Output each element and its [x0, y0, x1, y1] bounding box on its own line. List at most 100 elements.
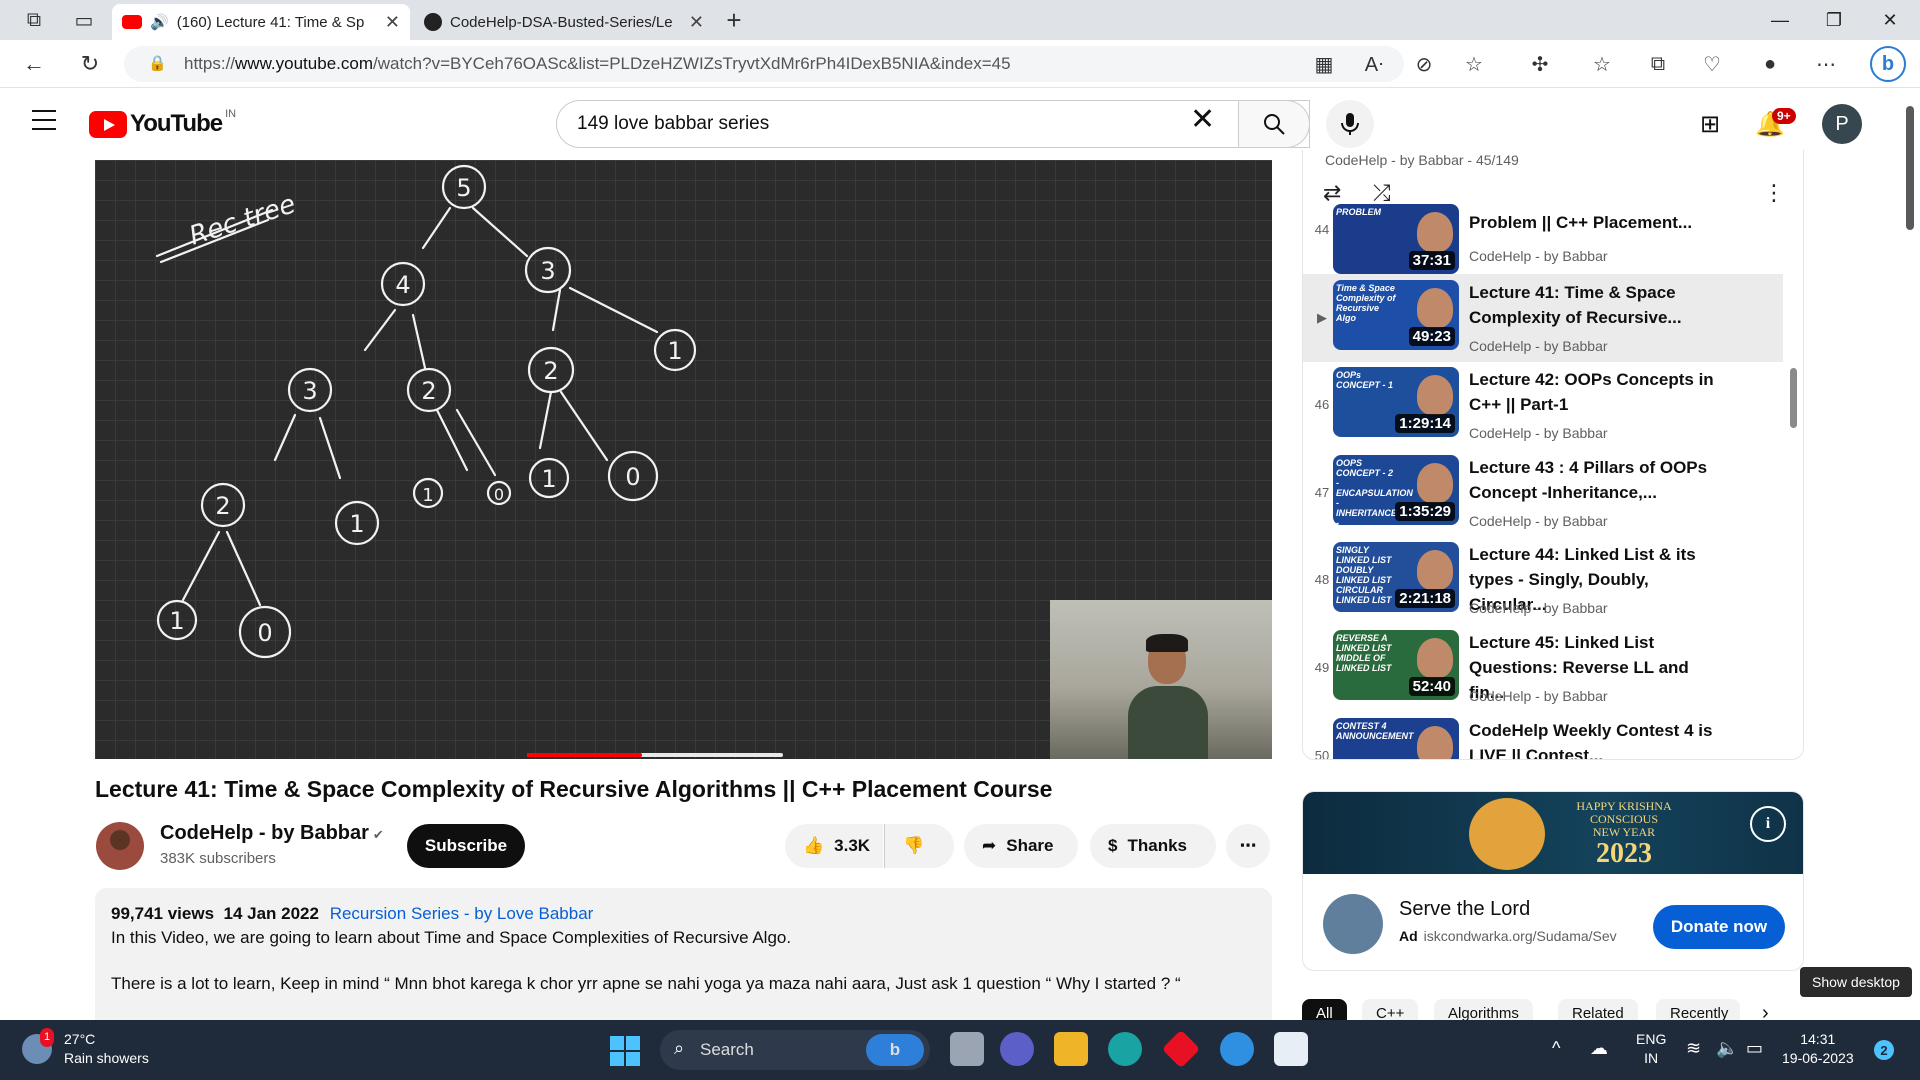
- voice-search-button[interactable]: [1326, 100, 1374, 148]
- tracking-prevention-icon[interactable]: ⊘: [1410, 50, 1438, 78]
- donate-now-button[interactable]: Donate now: [1653, 905, 1785, 949]
- more-actions-button[interactable]: ⋯: [1226, 824, 1270, 868]
- volume-icon[interactable]: 🔈: [1716, 1038, 1738, 1059]
- microsoft-store-icon[interactable]: [1274, 1032, 1308, 1066]
- playlist-item[interactable]: 48 SINGLY LINKED LIST DOUBLY LINKED LIST …: [1303, 536, 1783, 624]
- description-meta: 99,741 views 14 Jan 2022 Recursion Serie…: [111, 904, 1256, 924]
- playlist-item[interactable]: 47 OOPS CONCEPT - 2 -ENCAPSULATION -INHER…: [1303, 449, 1783, 537]
- playlist-item[interactable]: 49 REVERSE A LINKED LIST MIDDLE OF LINKED…: [1303, 624, 1783, 712]
- favorite-star-icon[interactable]: ☆: [1460, 50, 1488, 78]
- read-aloud-icon[interactable]: Aᐧ: [1360, 50, 1388, 78]
- ad-info-icon[interactable]: i: [1750, 806, 1786, 842]
- search-button[interactable]: [1238, 100, 1310, 148]
- start-button-icon[interactable]: [610, 1036, 640, 1066]
- url-field[interactable]: 🔒 https://www.youtube.com/watch?v=BYCeh7…: [124, 46, 1404, 82]
- weather-widget[interactable]: 1 27°C Rain showers: [22, 1028, 149, 1068]
- like-button[interactable]: 👍 3.3K: [785, 824, 883, 868]
- speaker-icon[interactable]: 🔊: [150, 13, 169, 31]
- tab-actions-icon[interactable]: ▭: [70, 6, 98, 34]
- thanks-button[interactable]: $ Thanks: [1090, 824, 1216, 868]
- minimize-icon[interactable]: —: [1752, 0, 1808, 40]
- account-avatar[interactable]: P: [1822, 104, 1862, 144]
- profile-icon[interactable]: ●: [1756, 50, 1784, 78]
- playlist-item-title: Lecture 41: Time & Space Complexity of R…: [1469, 283, 1682, 327]
- page-scrollbar[interactable]: [1906, 106, 1914, 230]
- shuffle-icon[interactable]: ⤮: [1373, 180, 1391, 206]
- playlist-item[interactable]: 50 CONTEST 4 ANNOUNCEMENT CodeHelp Weekly …: [1303, 712, 1783, 759]
- tab-github[interactable]: CodeHelp-DSA-Busted-Series/Le ✕: [414, 4, 714, 40]
- menu-icon[interactable]: [32, 110, 56, 137]
- super-thanks-icon: $: [1108, 836, 1118, 855]
- create-video-icon[interactable]: ⊞: [1692, 106, 1728, 142]
- playlist-menu-icon[interactable]: ⋮: [1763, 180, 1785, 206]
- anydesk-icon[interactable]: [1161, 1029, 1201, 1069]
- thumbnail-text: OOPs CONCEPT - 1: [1336, 370, 1394, 390]
- bing-icon[interactable]: b: [866, 1034, 924, 1066]
- channel-name[interactable]: CodeHelp - by Babbar ✔: [160, 822, 384, 845]
- bing-copilot-icon[interactable]: b: [1870, 46, 1906, 82]
- playlist-item[interactable]: 46 OOPs CONCEPT - 1 1:29:14 Lecture 42: OOP…: [1303, 361, 1783, 449]
- search-icon: ⌕: [674, 1038, 685, 1058]
- get-help-icon[interactable]: [1220, 1032, 1254, 1066]
- lock-icon[interactable]: 🔒: [148, 54, 167, 72]
- browser-essentials-icon[interactable]: ♡: [1698, 50, 1726, 78]
- video-thumbnail[interactable]: OOPS CONCEPT - 2 -ENCAPSULATION -INHERIT…: [1333, 455, 1459, 525]
- like-count: 3.3K: [834, 836, 871, 855]
- video-thumbnail[interactable]: PROBLEM 37:31: [1333, 204, 1459, 274]
- tab-youtube[interactable]: 🔊 (160) Lecture 41: Time & Sp ✕: [112, 4, 410, 40]
- playlist-item[interactable]: ▶ Time & Space Complexity of Recursive Al…: [1303, 274, 1783, 362]
- close-tab-icon[interactable]: ✕: [689, 12, 704, 33]
- clear-search-icon[interactable]: ✕: [1190, 102, 1215, 137]
- video-thumbnail[interactable]: SINGLY LINKED LIST DOUBLY LINKED LIST CI…: [1333, 542, 1459, 612]
- settings-more-icon[interactable]: ⋯: [1812, 50, 1840, 78]
- channel-avatar[interactable]: [96, 822, 144, 870]
- video-thumbnail[interactable]: Time & Space Complexity of Recursive Alg…: [1333, 280, 1459, 350]
- file-explorer-icon[interactable]: [1054, 1032, 1088, 1066]
- loop-icon[interactable]: ⇄: [1323, 180, 1341, 206]
- show-hidden-icons-icon[interactable]: ^: [1552, 1038, 1560, 1059]
- advertiser-logo[interactable]: [1323, 894, 1383, 954]
- video-player[interactable]: Rec tree 5 4 3 3 2 2 1 2 1 1 0 1 0 1 0: [95, 160, 1272, 759]
- clock[interactable]: 14:31 19-06-2023: [1782, 1030, 1854, 1068]
- wifi-icon[interactable]: ≋: [1686, 1038, 1701, 1059]
- new-tab-icon[interactable]: +: [720, 5, 748, 35]
- playlist-link[interactable]: Recursion Series - by Love Babbar: [330, 904, 594, 923]
- dislike-button[interactable]: 👎: [884, 824, 954, 868]
- share-button[interactable]: ➦ Share: [964, 824, 1078, 868]
- language-indicator[interactable]: ENG IN: [1636, 1030, 1666, 1068]
- browser-tab-bar: ⧉ ▭ 🔊 (160) Lecture 41: Time & Sp ✕ Code…: [0, 0, 1920, 40]
- playlist-scrollbar[interactable]: [1790, 368, 1797, 428]
- tree-edge: [411, 313, 427, 370]
- favorites-icon[interactable]: ☆: [1588, 50, 1616, 78]
- video-progress-bar[interactable]: [527, 753, 783, 757]
- back-icon[interactable]: ←: [18, 48, 50, 80]
- close-tab-icon[interactable]: ✕: [385, 12, 400, 33]
- workspaces-icon[interactable]: ⧉: [20, 6, 48, 34]
- battery-icon[interactable]: ▭: [1746, 1038, 1763, 1059]
- task-view-icon[interactable]: [950, 1032, 984, 1066]
- weather-badge: 1: [40, 1028, 55, 1047]
- collections-icon[interactable]: ⧉: [1644, 50, 1672, 78]
- ad-banner-line: CONSCIOUS: [1589, 812, 1658, 826]
- notification-count-badge[interactable]: 2: [1874, 1040, 1894, 1060]
- subscriber-count: 383K subscribers: [160, 850, 276, 867]
- onedrive-cloud-icon[interactable]: ☁: [1590, 1038, 1608, 1059]
- youtube-logo[interactable]: YouTube IN: [89, 108, 236, 138]
- restore-icon[interactable]: ❐: [1806, 0, 1862, 40]
- ad-banner[interactable]: HAPPY KRISHNA CONSCIOUS NEW YEAR 2023 i: [1303, 792, 1803, 874]
- edge-browser-icon[interactable]: [1108, 1032, 1142, 1066]
- app-available-icon[interactable]: ▦: [1310, 50, 1338, 78]
- ad-card[interactable]: HAPPY KRISHNA CONSCIOUS NEW YEAR 2023 i …: [1302, 791, 1804, 971]
- refresh-icon[interactable]: ↻: [74, 48, 106, 80]
- video-thumbnail[interactable]: OOPs CONCEPT - 1 1:29:14: [1333, 367, 1459, 437]
- taskbar-search[interactable]: ⌕ Search b: [660, 1030, 930, 1070]
- share-label: Share: [1006, 836, 1054, 855]
- video-thumbnail[interactable]: CONTEST 4 ANNOUNCEMENT: [1333, 718, 1459, 759]
- subscribe-button[interactable]: Subscribe: [407, 824, 525, 868]
- video-thumbnail[interactable]: REVERSE A LINKED LIST MIDDLE OF LINKED L…: [1333, 630, 1459, 700]
- ad-title[interactable]: Serve the Lord: [1399, 898, 1530, 921]
- close-window-icon[interactable]: ✕: [1862, 0, 1918, 40]
- extensions-icon[interactable]: ✣: [1526, 50, 1554, 78]
- teams-chat-icon[interactable]: [1000, 1032, 1034, 1066]
- playlist-item-title: Lecture 43 : 4 Pillars of OOPs Concept -…: [1469, 458, 1708, 502]
